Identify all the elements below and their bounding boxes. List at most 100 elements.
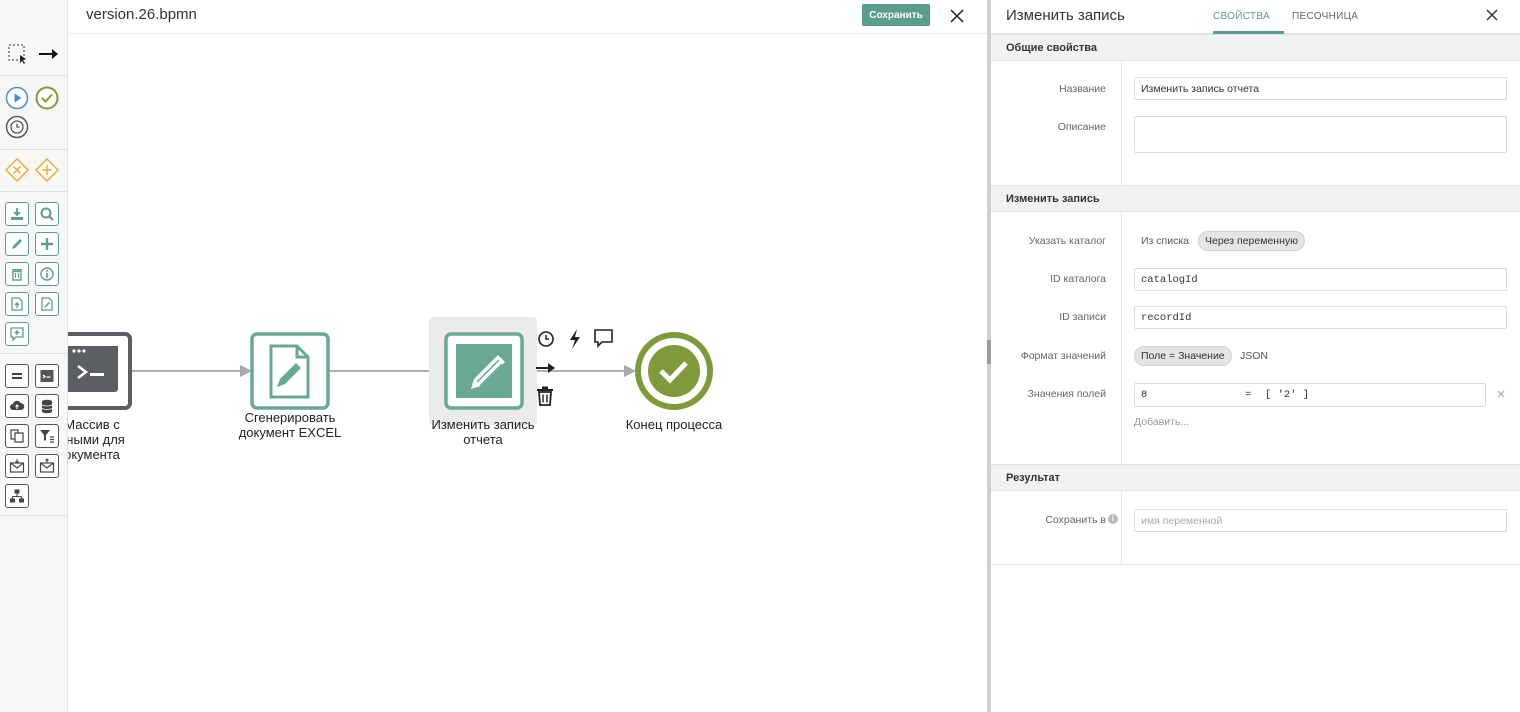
- context-timer-icon[interactable]: [538, 331, 554, 347]
- edit-record-icon[interactable]: [5, 232, 29, 256]
- timer-event-icon[interactable]: [5, 115, 29, 139]
- properties-panel: Изменить запись СВОЙСТВА ПЕСОЧНИЦА Общие…: [991, 0, 1520, 712]
- section-bottom-divider: [991, 564, 1520, 565]
- palette-group-gateways: [0, 150, 68, 192]
- edit-record-label-line-2: отчета: [463, 432, 503, 447]
- record-id-value: recordId: [1141, 311, 1192, 324]
- generate-excel-label: Сгенерировать документ EXCEL: [230, 410, 350, 440]
- catalog-id-field[interactable]: catalogId: [1134, 268, 1507, 291]
- tool-palette: [0, 0, 68, 712]
- copy-document-icon[interactable]: [5, 424, 29, 448]
- panel-header: Изменить запись СВОЙСТВА ПЕСОЧНИЦА: [991, 0, 1520, 34]
- search-record-icon[interactable]: [35, 202, 59, 226]
- section-result-title: Результат: [1006, 472, 1061, 484]
- format-option-json[interactable]: JSON: [1240, 346, 1268, 366]
- field-key: 8: [1141, 389, 1148, 401]
- save-to-placeholder: имя переменной: [1141, 514, 1223, 527]
- record-id-label: ID записи: [1059, 311, 1106, 323]
- sequence-flow-2[interactable]: [328, 365, 446, 377]
- section-general-header: Общие свойства: [991, 34, 1520, 61]
- receive-mail-icon[interactable]: [35, 454, 59, 478]
- field-values-label: Значения полей: [1027, 388, 1106, 400]
- script-task-label: Массив с нными для окумента: [68, 417, 142, 462]
- bpmn-canvas[interactable]: Массив с нными для окумента Сгенерироват…: [68, 35, 987, 712]
- catalog-id-value: catalogId: [1141, 273, 1198, 286]
- record-id-field[interactable]: recordId: [1134, 306, 1507, 329]
- field-equals: =: [1245, 389, 1252, 401]
- result-label-column: [991, 491, 1122, 564]
- sequence-flow-3[interactable]: [522, 365, 636, 377]
- context-comment-icon[interactable]: [594, 329, 613, 348]
- save-to-label: Сохранить в: [1045, 514, 1106, 526]
- cloud-request-icon[interactable]: [5, 394, 29, 418]
- catalog-mode-label: Указать каталог: [1028, 235, 1106, 247]
- parallel-gateway-icon[interactable]: [35, 158, 59, 182]
- catalog-option-list[interactable]: Из списка: [1141, 231, 1189, 251]
- edit-record-label-line-1: Изменить запись: [431, 417, 535, 432]
- generate-excel-label-line-2: документ EXCEL: [238, 425, 342, 440]
- end-event-icon[interactable]: [35, 86, 59, 110]
- connect-arrow-icon[interactable]: [36, 42, 60, 66]
- send-mail-icon[interactable]: [5, 454, 29, 478]
- value-format-label: Формат значений: [1020, 350, 1106, 362]
- palette-group-tools: [0, 0, 68, 76]
- file-name: version.26.bpmn: [86, 6, 197, 23]
- edit-label-column: [991, 212, 1122, 464]
- add-field-link[interactable]: Добавить...: [1134, 416, 1189, 428]
- name-field-value: Изменить запись отчета: [1141, 82, 1260, 95]
- generate-document-icon[interactable]: [35, 292, 59, 316]
- database-icon[interactable]: [35, 394, 59, 418]
- save-to-field[interactable]: имя переменной: [1134, 509, 1507, 532]
- delete-record-icon[interactable]: [5, 262, 29, 286]
- lasso-select-icon[interactable]: [6, 42, 30, 66]
- help-info-icon[interactable]: i: [1108, 514, 1118, 524]
- filter-list-icon[interactable]: [35, 424, 59, 448]
- close-canvas-icon[interactable]: [948, 7, 966, 25]
- script-task-node[interactable]: [68, 332, 132, 410]
- format-option-field-value[interactable]: Поле = Значение: [1134, 346, 1232, 366]
- exclusive-gateway-icon[interactable]: [5, 158, 29, 182]
- message-task-icon[interactable]: [5, 322, 29, 346]
- field-value-row[interactable]: 8 = [ '2' ]: [1134, 383, 1486, 407]
- generate-excel-task-node[interactable]: [250, 332, 330, 410]
- end-event-node[interactable]: [635, 332, 713, 410]
- palette-group-events: [0, 76, 68, 150]
- create-record-icon[interactable]: [35, 232, 59, 256]
- save-to-label-wrap: Сохранить в: [991, 514, 1106, 526]
- field-value: [ '2' ]: [1265, 389, 1310, 401]
- remove-field-icon[interactable]: [1494, 387, 1508, 401]
- script-task-label-line-3: окумента: [68, 447, 120, 462]
- section-general-title: Общие свойства: [1006, 42, 1098, 54]
- context-lightning-icon[interactable]: [570, 329, 580, 349]
- script-task-label-line-2: нными для: [68, 432, 125, 447]
- palette-group-catalog-tasks: [0, 192, 68, 354]
- description-field[interactable]: [1134, 116, 1507, 153]
- start-event-icon[interactable]: [5, 86, 29, 110]
- save-button[interactable]: Сохранить: [862, 4, 930, 26]
- import-record-icon[interactable]: [5, 202, 29, 226]
- generate-excel-label-line-1: Сгенерировать: [244, 410, 336, 425]
- section-edit-title: Изменить запись: [1006, 193, 1100, 205]
- edit-record-label: Изменить запись отчета: [423, 417, 543, 447]
- edit-record-task-node[interactable]: [429, 317, 537, 425]
- script-task-icon[interactable]: [35, 364, 59, 388]
- catalog-id-label: ID каталога: [1050, 273, 1106, 285]
- script-task-label-line-1: Массив с: [68, 417, 120, 432]
- section-result-header: Результат: [991, 464, 1520, 491]
- info-record-icon[interactable]: [35, 262, 59, 286]
- context-delete-icon[interactable]: [537, 386, 553, 406]
- name-field[interactable]: Изменить запись отчета: [1134, 77, 1507, 100]
- close-panel-icon[interactable]: [1483, 6, 1501, 24]
- panel-title: Изменить запись: [1006, 7, 1125, 24]
- tab-properties[interactable]: СВОЙСТВА: [1213, 11, 1270, 22]
- sequence-flow-1[interactable]: [131, 365, 252, 377]
- assign-variable-icon[interactable]: [5, 364, 29, 388]
- catalog-option-variable[interactable]: Через переменную: [1198, 231, 1306, 251]
- upload-document-icon[interactable]: [5, 292, 29, 316]
- description-label: Описание: [1057, 121, 1106, 133]
- end-event-label: Конец процесса: [614, 417, 734, 432]
- tab-sandbox[interactable]: ПЕСОЧНИЦА: [1292, 11, 1358, 22]
- subprocess-icon[interactable]: [5, 484, 29, 508]
- section-edit-header: Изменить запись: [991, 185, 1520, 212]
- canvas-header: version.26.bpmn Сохранить: [68, 0, 987, 34]
